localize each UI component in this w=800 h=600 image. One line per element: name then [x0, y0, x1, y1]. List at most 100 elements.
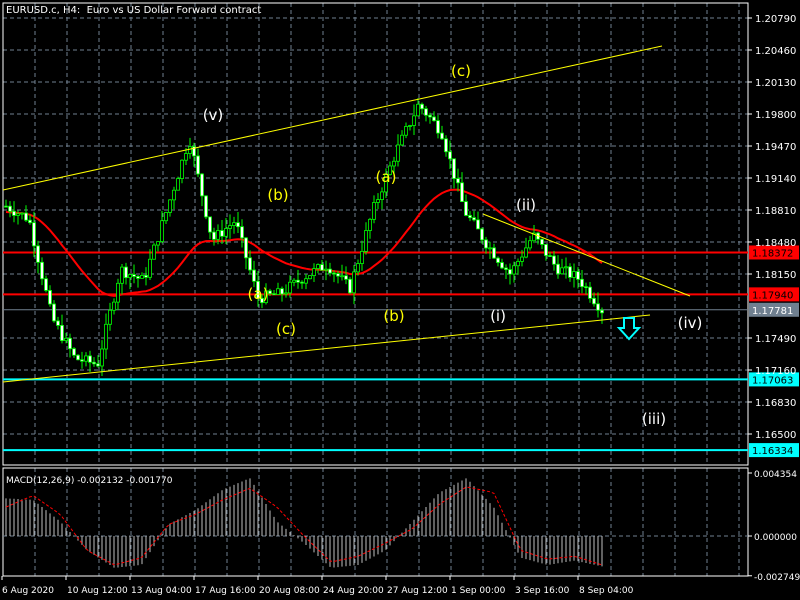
price-level-label: 1.17781 [752, 306, 793, 317]
candle [60, 314, 64, 344]
wave-label: (b) [383, 307, 404, 325]
price-tick-label: 1.19140 [755, 174, 796, 185]
candle [44, 275, 48, 293]
wave-label: (v) [203, 106, 224, 124]
candle [88, 350, 92, 373]
candle [484, 236, 488, 254]
candle [168, 199, 172, 217]
candle [528, 235, 532, 251]
price-tick-label: 1.20130 [755, 78, 796, 89]
candle [312, 263, 316, 283]
time-tick-label: 13 Aug 04:00 [131, 586, 192, 596]
price-tick-label: 1.18810 [755, 206, 796, 217]
chart-canvas[interactable]: 1.18372 1.17940 1.17781 1.17063 1.16334 1.20… [0, 0, 800, 600]
candle [488, 241, 492, 259]
candle [452, 158, 456, 189]
candle [596, 292, 600, 318]
candle [40, 257, 44, 286]
lower-channel-trendline[interactable] [2, 314, 651, 383]
candle [156, 241, 160, 252]
price-tick-label: 1.17160 [755, 366, 796, 377]
candle [476, 211, 480, 230]
candle [400, 130, 404, 146]
upper-channel-trendline[interactable] [2, 45, 663, 191]
candle [440, 125, 444, 140]
price-tick-label: 1.16500 [755, 430, 796, 441]
candle [432, 111, 436, 122]
candle [572, 263, 576, 288]
price-tick-label: 1.20460 [755, 46, 796, 57]
candle [236, 212, 240, 234]
candle [560, 258, 564, 275]
candle [360, 240, 364, 271]
candle [588, 281, 592, 303]
macd-signal-line [5, 486, 603, 566]
candle [124, 262, 128, 285]
candle [284, 284, 288, 298]
candle [36, 240, 40, 274]
candle [176, 176, 180, 191]
candle [296, 269, 300, 289]
candle [364, 222, 368, 255]
price-tick-label: 1.18480 [755, 238, 796, 249]
candle [228, 214, 232, 239]
time-tick-label: 24 Aug 20:00 [323, 586, 384, 596]
candle [92, 357, 96, 367]
time-tick-label: 20 Aug 08:00 [259, 586, 320, 596]
candle [212, 227, 216, 246]
candle [68, 333, 72, 358]
candle [344, 266, 348, 285]
candle [192, 142, 196, 167]
candle [460, 172, 464, 203]
candle [552, 250, 556, 271]
candle [120, 263, 124, 295]
candle [468, 211, 472, 222]
candle [172, 186, 176, 210]
time-tick-label: 8 Sep 04:00 [579, 586, 634, 596]
candle [148, 249, 152, 280]
time-tick-label: 1 Sep 00:00 [451, 586, 506, 596]
candle [304, 274, 308, 290]
candle [500, 258, 504, 270]
wave-label: (iii) [642, 410, 666, 428]
time-tick-label: 27 Aug 12:00 [387, 586, 448, 596]
candle [56, 316, 60, 330]
chart-title: EURUSD.c, H4: Euro vs US Dollar Forward … [6, 5, 261, 16]
candle [188, 137, 192, 159]
price-tick-label: 1.19800 [755, 110, 796, 121]
moving-average-line [5, 188, 603, 297]
price-level-label: 1.17063 [752, 375, 793, 386]
wave-label: (a) [376, 168, 397, 186]
candle [456, 168, 460, 192]
candle [508, 263, 512, 285]
main-chart-frame [2, 2, 749, 466]
candle [540, 238, 544, 250]
candle [180, 159, 184, 184]
candle [52, 300, 56, 323]
candle [412, 104, 416, 135]
macd-tick-label: 0.004354 [754, 470, 797, 480]
candle [556, 255, 560, 279]
candle [300, 280, 304, 289]
candle [48, 285, 52, 307]
time-tick-label: 10 Aug 12:00 [67, 586, 128, 596]
candle [320, 260, 324, 271]
candle [84, 352, 88, 367]
grid [3, 3, 748, 576]
macd-tick-label: 0.000000 [754, 533, 797, 543]
candle [524, 237, 528, 259]
price-level-label: 1.16334 [752, 446, 793, 457]
candle [368, 217, 372, 239]
candle [536, 231, 540, 245]
macd-tick-label: -0.002749 [754, 573, 800, 583]
candle [100, 340, 104, 376]
candle [76, 354, 80, 361]
candle [416, 97, 420, 117]
candle [136, 274, 140, 288]
candle [80, 351, 84, 369]
candle [204, 195, 208, 220]
candle [516, 258, 520, 275]
price-tick-label: 1.16830 [755, 398, 796, 409]
wave-label: (a) [248, 285, 269, 303]
candle [112, 298, 116, 315]
